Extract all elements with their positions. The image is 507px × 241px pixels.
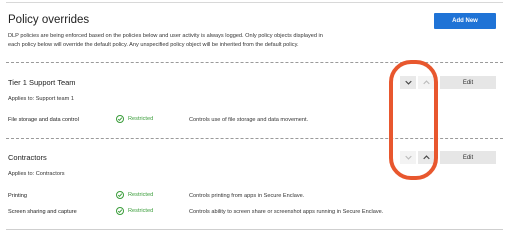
applies-value: Contractors: [35, 171, 65, 177]
applies-to-contractors: Applies to: Contractors: [8, 171, 65, 177]
group-divider: [6, 138, 503, 139]
group-title-tier1: Tier 1 Support Team: [8, 78, 76, 87]
policy-row-name: Screen sharing and capture: [8, 209, 77, 215]
page-description: DLP policies are being enforced based on…: [8, 32, 388, 50]
check-circle-icon: [116, 207, 124, 215]
check-circle-icon: [116, 191, 124, 199]
policy-row-description: Controls use of file storage and data mo…: [189, 117, 309, 123]
chevron-up-icon: [422, 155, 430, 160]
policy-row-description: Controls printing from apps in Secure En…: [189, 193, 305, 199]
move-down-button[interactable]: [400, 151, 416, 164]
description-line-1: DLP policies are being enforced based on…: [8, 33, 323, 39]
chevron-down-icon: [404, 80, 412, 85]
chevron-down-icon: [404, 155, 412, 160]
status-text: Restricted: [128, 116, 154, 122]
status-badge: Restricted: [116, 115, 153, 123]
chevron-up-icon: [422, 80, 430, 85]
page-title: Policy overrides: [8, 14, 90, 26]
applies-value: Support team 1: [35, 96, 74, 102]
policy-row-name: Printing: [8, 193, 27, 199]
applies-label: Applies to:: [8, 171, 35, 177]
status-text: Restricted: [128, 208, 154, 214]
policy-row-description: Controls ability to screen share or scre…: [189, 209, 384, 215]
add-new-button[interactable]: Add New: [434, 13, 496, 29]
status-badge: Restricted: [116, 191, 153, 199]
move-up-button[interactable]: [418, 151, 434, 164]
group-divider: [6, 62, 503, 63]
status-badge: Restricted: [116, 207, 153, 215]
move-up-button[interactable]: [418, 76, 434, 89]
status-text: Restricted: [128, 192, 154, 198]
applies-to-tier1: Applies to: Support team 1: [8, 96, 74, 102]
description-line-2: each policy below will override the defa…: [8, 42, 299, 48]
edit-button-contractors[interactable]: Edit: [440, 151, 496, 164]
move-down-button[interactable]: [400, 76, 416, 89]
check-circle-icon: [116, 115, 124, 123]
policy-row-name: File storage and data control: [8, 117, 79, 123]
bottom-divider: [6, 229, 503, 230]
applies-label: Applies to:: [8, 96, 35, 102]
group-title-contractors: Contractors: [8, 153, 47, 162]
top-divider: [6, 2, 503, 3]
edit-button-tier1[interactable]: Edit: [440, 76, 496, 89]
